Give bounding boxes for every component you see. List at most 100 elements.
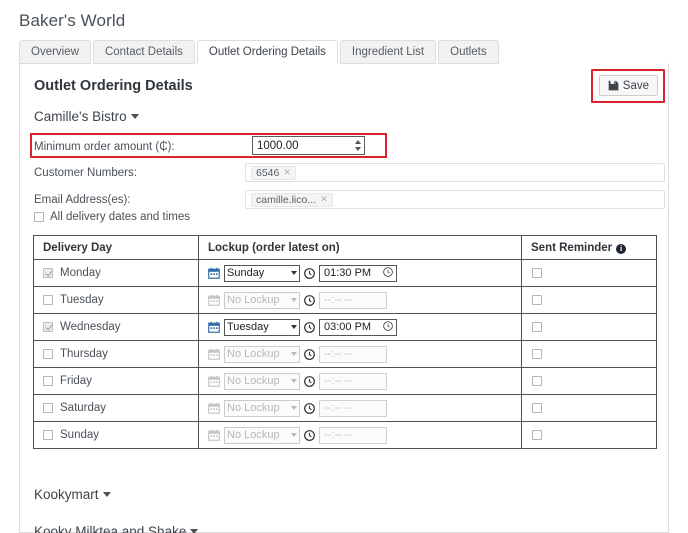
tab-ingredient-list[interactable]: Ingredient List xyxy=(339,40,437,64)
tag-label: camille.lico... xyxy=(256,193,317,206)
lockup-time-value: --:-- -- xyxy=(324,294,353,306)
outlet-header-camilles-bistro[interactable]: Camille's Bistro xyxy=(34,109,139,124)
cell-lockup: No Lockup --:-- -- xyxy=(198,286,522,314)
calendar-icon xyxy=(208,375,220,387)
delivery-day-checkbox[interactable] xyxy=(43,376,53,386)
table-row: Saturday No Lockup --:-- -- xyxy=(33,394,657,422)
lockup-time-input[interactable]: 01:30 PM xyxy=(319,264,397,282)
lockup-day-value: No Lockup xyxy=(227,293,280,306)
outlet-header-kooky-milktea-and-shake[interactable]: Kooky Milktea and Shake xyxy=(34,524,199,533)
clock-icon xyxy=(304,375,315,387)
info-icon[interactable]: i xyxy=(616,243,627,254)
lockup-time-input[interactable]: --:-- -- xyxy=(319,372,387,390)
clock-icon xyxy=(304,294,315,306)
chevron-down-icon xyxy=(190,529,199,533)
delivery-day-checkbox[interactable] xyxy=(43,403,53,413)
clock-icon xyxy=(304,348,315,360)
table-row: Sunday No Lockup --:-- -- xyxy=(33,421,657,449)
clock-picker-icon[interactable] xyxy=(383,266,393,280)
save-button[interactable]: Save xyxy=(598,75,658,96)
cell-delivery-day: Saturday xyxy=(33,394,199,422)
close-icon[interactable]: ✕ xyxy=(283,167,291,178)
chevron-down-icon xyxy=(291,271,297,275)
cell-lockup: No Lockup --:-- -- xyxy=(198,421,522,449)
calendar-icon xyxy=(208,429,220,441)
cell-lockup: No Lockup --:-- -- xyxy=(198,340,522,368)
lockup-day-value: No Lockup xyxy=(227,374,280,387)
lockup-day-select[interactable]: No Lockup xyxy=(224,291,300,309)
all-delivery-dates-checkbox[interactable] xyxy=(34,212,44,222)
lockup-day-select[interactable]: Tuesday xyxy=(224,318,300,336)
save-button-highlight: Save xyxy=(590,69,665,103)
sent-reminder-checkbox[interactable] xyxy=(532,376,542,386)
cell-lockup: Sunday 01:30 PM xyxy=(198,259,522,287)
sent-reminder-checkbox[interactable] xyxy=(532,349,542,359)
stepper-up-icon[interactable] xyxy=(355,140,361,144)
minimum-order-input[interactable] xyxy=(252,136,365,155)
sent-reminder-checkbox[interactable] xyxy=(532,322,542,332)
email-addresses-input[interactable]: camille.lico... ✕ xyxy=(245,190,665,209)
delivery-day-checkbox[interactable] xyxy=(43,349,53,359)
delivery-day-checkbox[interactable] xyxy=(43,268,53,278)
lockup-day-select[interactable]: No Lockup xyxy=(224,372,300,390)
lockup-day-select[interactable]: No Lockup xyxy=(224,426,300,444)
cell-sent-reminder xyxy=(521,259,657,287)
tag-chip[interactable]: camille.lico... ✕ xyxy=(251,192,333,207)
calendar-icon xyxy=(208,294,220,306)
clock-icon xyxy=(304,429,315,441)
cell-lockup: No Lockup --:-- -- xyxy=(198,367,522,395)
close-icon[interactable]: ✕ xyxy=(320,194,328,205)
tag-chip[interactable]: 6546 ✕ xyxy=(251,165,296,180)
customer-numbers-input[interactable]: 6546 ✕ xyxy=(245,163,665,182)
outlet-header-kookymart[interactable]: Kookymart xyxy=(34,487,111,502)
lockup-day-select[interactable]: Sunday xyxy=(224,264,300,282)
lockup-time-input[interactable]: --:-- -- xyxy=(319,399,387,417)
lockup-time-input[interactable]: --:-- -- xyxy=(319,291,387,309)
delivery-day-checkbox[interactable] xyxy=(43,430,53,440)
page-title: Baker's World xyxy=(19,11,126,30)
delivery-day-checkbox[interactable] xyxy=(43,322,53,332)
cell-delivery-day: Monday xyxy=(33,259,199,287)
section-title: Outlet Ordering Details xyxy=(34,78,193,94)
sent-reminder-checkbox[interactable] xyxy=(532,430,542,440)
clock-picker-icon[interactable] xyxy=(383,320,393,334)
delivery-day-label: Sunday xyxy=(60,429,100,441)
stepper-down-icon[interactable] xyxy=(355,147,361,151)
delivery-day-label: Wednesday xyxy=(60,321,121,333)
cell-delivery-day: Sunday xyxy=(33,421,199,449)
tab-outlets[interactable]: Outlets xyxy=(438,40,499,64)
lockup-time-input[interactable]: --:-- -- xyxy=(319,426,387,444)
lockup-day-select[interactable]: No Lockup xyxy=(224,399,300,417)
lockup-time-input[interactable]: --:-- -- xyxy=(319,345,387,363)
lockup-time-value: --:-- -- xyxy=(324,375,353,387)
sent-reminder-checkbox[interactable] xyxy=(532,403,542,413)
header-lockup: Lockup (order latest on) xyxy=(198,235,522,260)
lockup-day-select[interactable]: No Lockup xyxy=(224,345,300,363)
cell-delivery-day: Thursday xyxy=(33,340,199,368)
tab-contact-details[interactable]: Contact Details xyxy=(92,40,195,64)
header-sent-reminder-label: Sent Reminder xyxy=(531,241,613,254)
header-sent-reminder: Sent Reminder i xyxy=(521,235,657,260)
delivery-schedule-table: Delivery Day Lockup (order latest on) Se… xyxy=(33,235,657,449)
table-row: Monday Sunday 01:30 PM xyxy=(33,259,657,287)
lockup-day-value: No Lockup xyxy=(227,428,280,441)
cell-sent-reminder xyxy=(521,367,657,395)
tab-outlet-ordering-details[interactable]: Outlet Ordering Details xyxy=(196,40,338,64)
cell-delivery-day: Wednesday xyxy=(33,313,199,341)
all-delivery-dates-row: All delivery dates and times xyxy=(34,211,190,223)
table-row: Friday No Lockup --:-- -- xyxy=(33,367,657,395)
lockup-time-value: --:-- -- xyxy=(324,348,353,360)
sent-reminder-checkbox[interactable] xyxy=(532,295,542,305)
cell-sent-reminder xyxy=(521,313,657,341)
delivery-day-checkbox[interactable] xyxy=(43,295,53,305)
lockup-time-input[interactable]: 03:00 PM xyxy=(319,318,397,336)
outlet-name-label: Kooky Milktea and Shake xyxy=(34,524,187,533)
tab-overview[interactable]: Overview xyxy=(19,40,91,64)
sent-reminder-checkbox[interactable] xyxy=(532,268,542,278)
calendar-icon xyxy=(208,348,220,360)
all-delivery-dates-label: All delivery dates and times xyxy=(50,211,190,223)
outlet-name-label: Kookymart xyxy=(34,487,99,502)
lockup-time-value: --:-- -- xyxy=(324,429,353,441)
minimum-order-stepper[interactable] xyxy=(353,138,363,153)
outlet-name-label: Camille's Bistro xyxy=(34,109,127,124)
